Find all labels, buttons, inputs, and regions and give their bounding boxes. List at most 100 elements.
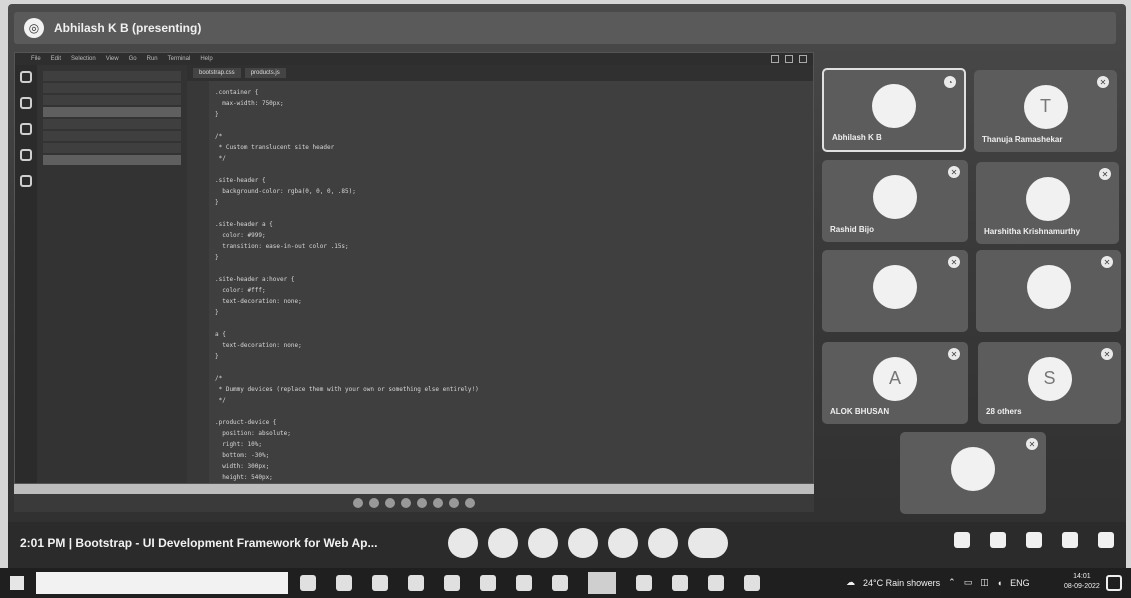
code-line: /* xyxy=(215,375,223,382)
participant-tile-others[interactable]: S ✕ 28 others xyxy=(978,342,1121,424)
close-icon[interactable] xyxy=(799,55,807,63)
people-icon[interactable] xyxy=(990,532,1006,548)
code-line: .site-header a { xyxy=(215,221,273,228)
weather-text[interactable]: 24°C Rain showers xyxy=(863,578,940,588)
explorer-row[interactable] xyxy=(43,143,181,153)
battery-icon[interactable]: ▭ xyxy=(964,577,973,588)
language-indicator[interactable]: ENG xyxy=(1010,578,1030,588)
app-icon[interactable] xyxy=(552,575,568,591)
app-icon[interactable] xyxy=(708,575,724,591)
source-control-icon[interactable] xyxy=(20,123,32,135)
explorer-icon[interactable] xyxy=(20,71,32,83)
participant-tile[interactable]: ✕ xyxy=(976,250,1121,332)
call-controls xyxy=(448,528,728,558)
app-icon[interactable] xyxy=(744,575,760,591)
widgets-icon[interactable] xyxy=(336,575,352,591)
info-icon[interactable] xyxy=(954,532,970,548)
camera-button[interactable] xyxy=(488,528,518,558)
chrome-icon[interactable] xyxy=(588,572,616,594)
participant-tile[interactable]: T ✕ Thanuja Ramashekar xyxy=(974,70,1117,152)
app-icon[interactable] xyxy=(672,575,688,591)
host-controls-icon[interactable] xyxy=(1098,532,1114,548)
menu-item[interactable]: Go xyxy=(129,56,137,62)
app-icon[interactable] xyxy=(636,575,652,591)
participant-tile[interactable]: A ✕ ALOK BHUSAN xyxy=(822,342,968,424)
tab-products-js[interactable]: products.js xyxy=(244,68,286,78)
edge-icon[interactable] xyxy=(372,575,388,591)
taskbar-clock[interactable]: 14:01 08-09-2022 xyxy=(1064,572,1100,592)
code-area[interactable]: .container { max-width: 750px;} /* * Cust… xyxy=(215,87,783,483)
explorer-row[interactable] xyxy=(43,107,181,117)
minimize-icon[interactable] xyxy=(771,55,779,63)
menu-item[interactable]: Selection xyxy=(71,56,96,62)
participant-tile[interactable]: ◔ Abhilash K B xyxy=(822,68,966,152)
tab-bootstrap-css[interactable]: bootstrap.css xyxy=(193,68,241,78)
participant-tile[interactable]: ✕ Harshitha Krishnamurthy xyxy=(976,162,1119,244)
shared-screen: File Edit Selection View Go Run Terminal… xyxy=(14,52,814,484)
activity-bar xyxy=(15,65,37,483)
code-editor[interactable]: bootstrap.css products.js .container { m… xyxy=(187,65,813,483)
mic-off-icon: ✕ xyxy=(1101,256,1113,268)
code-line: /* xyxy=(215,133,223,140)
code-line: transition: ease-in-out color .15s; xyxy=(215,243,349,250)
menu-item[interactable]: Run xyxy=(147,56,158,62)
search-icon[interactable] xyxy=(20,97,32,109)
store-icon[interactable] xyxy=(444,575,460,591)
network-icon[interactable]: ◫ xyxy=(980,577,989,588)
mic-off-icon: ✕ xyxy=(1099,168,1111,180)
captions-button[interactable] xyxy=(528,528,558,558)
avatar: S xyxy=(1027,356,1072,401)
raise-hand-button[interactable] xyxy=(568,528,598,558)
participant-name: 28 others xyxy=(986,407,1022,416)
participant-tile[interactable]: ✕ Rashid Bijo xyxy=(822,160,968,242)
menu-item[interactable]: Edit xyxy=(51,56,61,62)
mic-off-icon: ✕ xyxy=(948,348,960,360)
chat-icon[interactable] xyxy=(1026,532,1042,548)
explorer-row[interactable] xyxy=(43,131,181,141)
windows-start-icon[interactable] xyxy=(10,576,24,590)
code-line: .product-device { xyxy=(215,419,277,426)
mic-off-icon: ✕ xyxy=(948,256,960,268)
maximize-icon[interactable] xyxy=(785,55,793,63)
leave-call-button[interactable] xyxy=(688,528,728,558)
present-button[interactable] xyxy=(608,528,638,558)
explorer-row[interactable] xyxy=(43,95,181,105)
volume-icon[interactable]: ◖ xyxy=(997,578,1002,588)
notification-icon[interactable] xyxy=(1106,575,1122,591)
explorer-row[interactable] xyxy=(43,155,181,165)
self-view-tile[interactable]: ✕ xyxy=(900,432,1046,514)
clock-date: 08-09-2022 xyxy=(1064,583,1100,590)
taskbar-search-input[interactable] xyxy=(36,572,288,594)
debug-icon[interactable] xyxy=(20,149,32,161)
code-line: height: 540px; xyxy=(215,474,273,481)
mail-icon[interactable] xyxy=(480,575,496,591)
menu-item[interactable]: Help xyxy=(200,56,212,62)
mic-button[interactable] xyxy=(448,528,478,558)
menu-item[interactable]: Terminal xyxy=(168,56,191,62)
participant-name: Abhilash K B xyxy=(832,133,882,142)
code-line: text-decoration: none; xyxy=(215,342,302,349)
more-options-button[interactable] xyxy=(648,528,678,558)
file-explorer-icon[interactable] xyxy=(408,575,424,591)
chevron-up-icon[interactable]: ⌃ xyxy=(948,577,956,588)
avatar xyxy=(1026,264,1071,309)
explorer-row[interactable] xyxy=(43,83,181,93)
explorer-row[interactable] xyxy=(43,119,181,129)
menu-item[interactable]: View xyxy=(106,56,119,62)
meeting-time: 2:01 PM xyxy=(20,536,66,550)
activities-icon[interactable] xyxy=(1062,532,1078,548)
avatar xyxy=(1025,176,1070,221)
participant-tile[interactable]: ✕ xyxy=(822,250,968,332)
task-view-icon[interactable] xyxy=(300,575,316,591)
office-icon[interactable] xyxy=(516,575,532,591)
extensions-icon[interactable] xyxy=(20,175,32,187)
meeting-title: Bootstrap - UI Development Framework for… xyxy=(75,536,378,550)
participant-name: Rashid Bijo xyxy=(830,225,875,234)
explorer-row[interactable] xyxy=(43,71,181,81)
code-line: } xyxy=(215,353,219,360)
menu-item[interactable]: File xyxy=(31,56,41,62)
mic-icon: ◔ xyxy=(944,76,956,88)
